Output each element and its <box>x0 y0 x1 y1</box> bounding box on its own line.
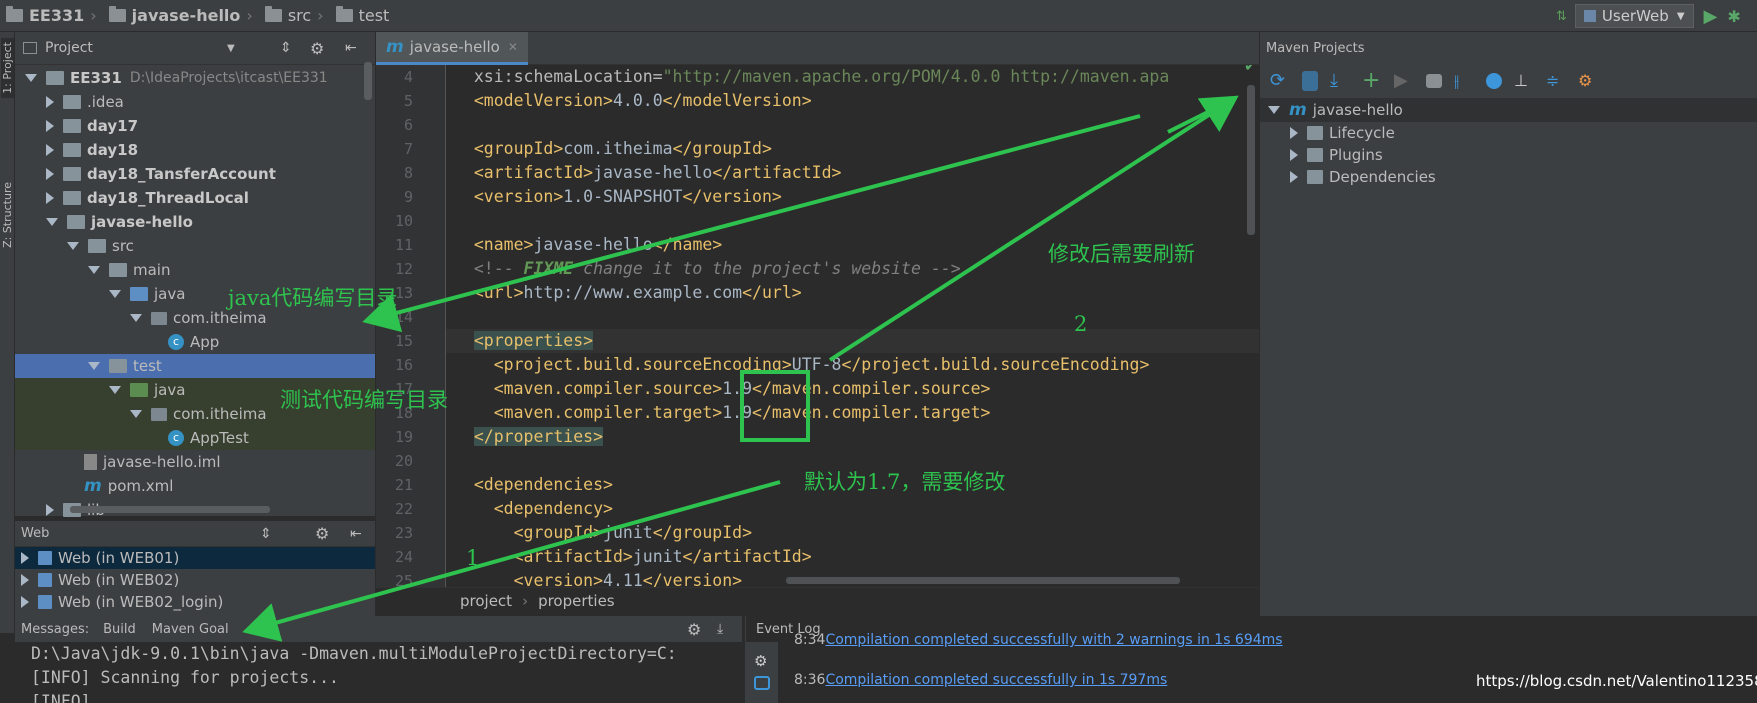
annotation-number-2: 2 <box>1074 312 1088 336</box>
version-highlight-box <box>740 370 810 442</box>
annotation-java-dir: java代码编写目录 <box>228 286 398 310</box>
annotation-test-dir: 测试代码编写目录 <box>280 388 448 412</box>
arrow-to-messages <box>242 480 781 642</box>
annotation-arrows <box>242 95 1239 642</box>
arrow-to-maven-refresh <box>828 95 1239 362</box>
annotation-default-version: 默认为1.7，需要修改 <box>804 470 1006 494</box>
arrow-to-java-dir <box>362 114 1141 333</box>
arrow-refresh-hint <box>1167 98 1233 134</box>
annotation-number-1: 1 <box>466 546 480 570</box>
annotation-refresh: 修改后需要刷新 <box>1048 242 1195 266</box>
